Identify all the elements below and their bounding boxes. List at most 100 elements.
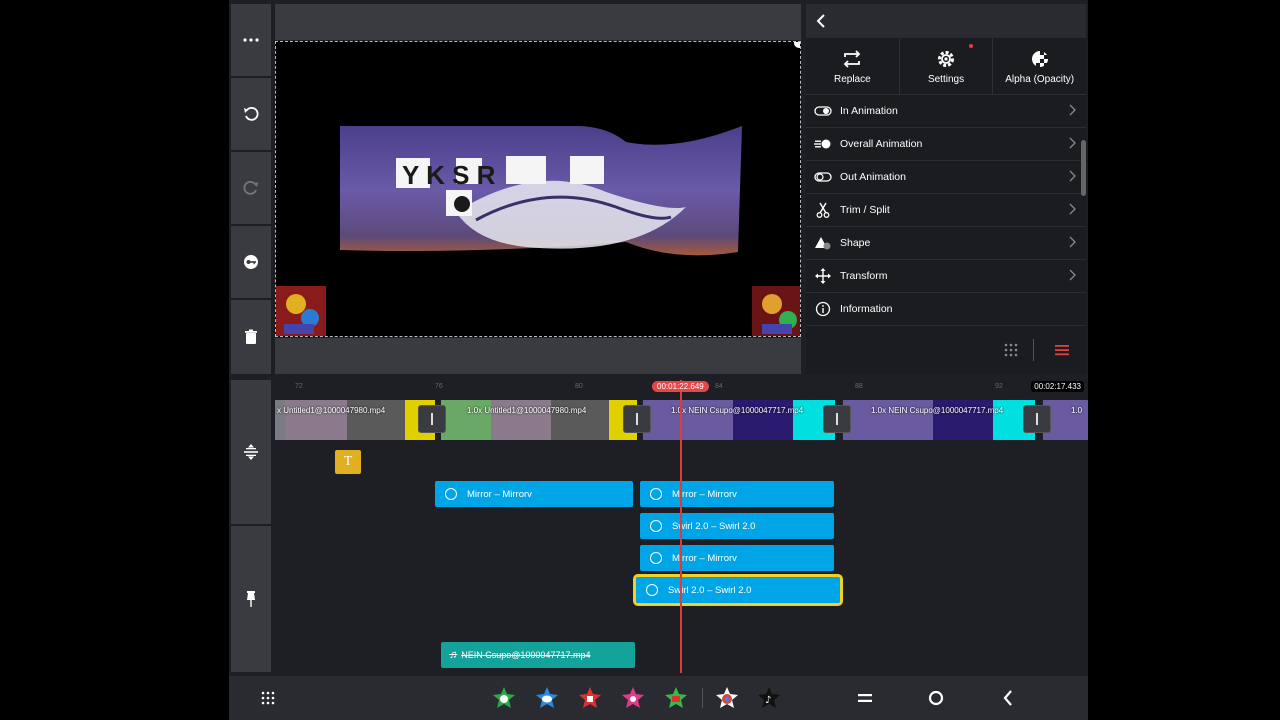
settings-button[interactable]: Settings — [900, 38, 994, 94]
transition-handle[interactable] — [1023, 405, 1051, 433]
tiktok-app-icon: ♪ — [758, 687, 780, 708]
overall-animation-label: Overall Animation — [840, 138, 923, 150]
transition-handle[interactable] — [823, 405, 851, 433]
video-clip[interactable]: x Untitled1@1000047980.mp4 — [275, 400, 435, 440]
in-animation-row[interactable]: In Animation — [806, 95, 1086, 128]
effect-icon — [650, 520, 662, 532]
timeline[interactable]: 72 76 80 84 88 92 00:02:17.433 x Untitle… — [275, 378, 1088, 673]
alpha-label: Alpha (Opacity) — [1005, 73, 1075, 85]
end-time-label: 00:02:17.433 — [1031, 381, 1084, 392]
transition-handle[interactable] — [418, 405, 446, 433]
key-icon — [244, 255, 258, 269]
blue-star-app-icon — [536, 687, 558, 708]
overall-animation-row[interactable]: Overall Animation — [806, 128, 1086, 161]
panel-tabs: Replace Settings Alpha (Opacity) — [806, 38, 1086, 95]
panel-bottom-bar — [806, 326, 1086, 374]
transform-label: Transform — [840, 270, 888, 282]
panel-header — [806, 4, 1086, 38]
information-label: Information — [840, 303, 893, 315]
playhead[interactable] — [680, 380, 682, 673]
pink-star-app-icon — [622, 687, 644, 708]
recents-button[interactable] — [853, 686, 877, 710]
effect-label: Swirl 2.0 – Swirl 2.0 — [672, 520, 756, 532]
music-note-icon: ♫ — [449, 649, 458, 661]
clip-label: 1.0 — [1071, 406, 1083, 415]
panel-scrollbar[interactable] — [1081, 140, 1086, 196]
back-button[interactable] — [996, 686, 1020, 710]
chrome-app-icon — [716, 687, 738, 708]
info-icon — [815, 301, 831, 317]
effect-layer[interactable]: Mirror – Mirrorv — [435, 481, 633, 507]
dock-app[interactable] — [664, 686, 688, 710]
pin-button[interactable] — [231, 526, 271, 672]
clip-label: 1.0x NEIN Csupo@1000047717.mp4 — [671, 406, 804, 415]
chevron-right-icon — [1069, 170, 1076, 182]
app-drawer-button[interactable] — [256, 686, 280, 710]
dock-app[interactable] — [621, 686, 645, 710]
video-preview[interactable]: Y K S R — [275, 41, 801, 337]
video-clip[interactable]: 1.0x Untitled1@1000047980.mp4 — [441, 400, 637, 440]
more-options-button[interactable] — [231, 4, 271, 76]
out-animation-row[interactable]: Out Animation — [806, 161, 1086, 194]
shape-row[interactable]: Shape — [806, 227, 1086, 260]
replace-label: Replace — [833, 73, 871, 85]
effect-layer[interactable]: Mirror – Mirrorv — [640, 481, 834, 507]
transition-handle[interactable] — [623, 405, 651, 433]
preview-resize-handle[interactable] — [794, 42, 800, 48]
back-icon — [1003, 690, 1012, 706]
home-button[interactable] — [924, 686, 948, 710]
dock-app[interactable] — [578, 686, 602, 710]
ruler-label: 76 — [435, 383, 443, 390]
ruler-label: 92 — [995, 383, 1003, 390]
audio-clip[interactable]: ♫ NEIN Csupo@1000047717.mp4 — [441, 642, 635, 668]
system-nav-bar: ♪ — [229, 676, 1088, 720]
video-overlay-text: Y K S R — [402, 160, 496, 190]
out-animation-label: Out Animation — [840, 171, 906, 183]
list-view-icon[interactable] — [1054, 342, 1070, 358]
replace-button[interactable]: Replace — [806, 38, 900, 94]
redo-icon — [243, 180, 258, 195]
dock-divider — [702, 688, 703, 708]
effect-layer[interactable]: Swirl 2.0 – Swirl 2.0 — [640, 513, 834, 539]
text-layer-icon: T — [343, 454, 353, 469]
playhead-time: 00:01:22.649 — [652, 381, 709, 392]
delete-button[interactable] — [231, 300, 271, 374]
dock-app[interactable] — [715, 686, 739, 710]
undo-button[interactable] — [231, 78, 271, 150]
transform-row[interactable]: Transform — [806, 260, 1086, 293]
dock-app[interactable] — [535, 686, 559, 710]
dock-app[interactable]: ♪ — [757, 686, 781, 710]
effect-icon — [646, 584, 658, 596]
clip-label: 1.0x Untitled1@1000047980.mp4 — [467, 406, 587, 415]
notification-dot — [968, 44, 973, 48]
timeline-expand-button[interactable] — [231, 380, 271, 524]
effect-layer[interactable]: Mirror – Mirrorv — [640, 545, 834, 571]
chevron-right-icon — [1069, 203, 1076, 215]
dock-app[interactable] — [492, 686, 516, 710]
text-layer[interactable]: T — [335, 450, 361, 474]
clip-options-panel: Replace Settings Alpha (Opacity) In Anim… — [806, 4, 1086, 374]
selected-effect-layer[interactable]: Swirl 2.0 – Swirl 2.0 — [633, 574, 843, 606]
effect-icon — [650, 488, 662, 500]
redo-button[interactable] — [231, 152, 271, 224]
video-clip[interactable]: 1.0x NEIN Csupo@1000047717.mp4 — [643, 400, 835, 440]
alpha-opacity-button[interactable]: Alpha (Opacity) — [993, 38, 1086, 94]
grid-view-icon[interactable] — [1003, 342, 1019, 358]
undo-icon — [244, 106, 259, 121]
back-arrow-icon[interactable] — [814, 13, 828, 29]
keyframe-button[interactable] — [231, 226, 271, 298]
preview-frame: Y K S R — [276, 126, 800, 336]
overall-animation-icon — [814, 139, 831, 149]
ruler-label: 84 — [715, 383, 723, 390]
information-row[interactable]: Information — [806, 293, 1086, 326]
red-star-app-icon — [579, 687, 601, 708]
trash-icon — [245, 329, 257, 344]
video-clip[interactable]: 1.0x NEIN Csupo@1000047717.mp4 — [843, 400, 1035, 440]
settings-label: Settings — [927, 73, 965, 85]
clip-label: x Untitled1@1000047980.mp4 — [277, 406, 386, 415]
more-icon — [243, 38, 259, 42]
preview-top-bar — [275, 4, 801, 40]
home-icon — [928, 690, 944, 706]
audio-label: NEIN Csupo@1000047717.mp4 — [461, 650, 591, 660]
trim-split-row[interactable]: Trim / Split — [806, 194, 1086, 227]
